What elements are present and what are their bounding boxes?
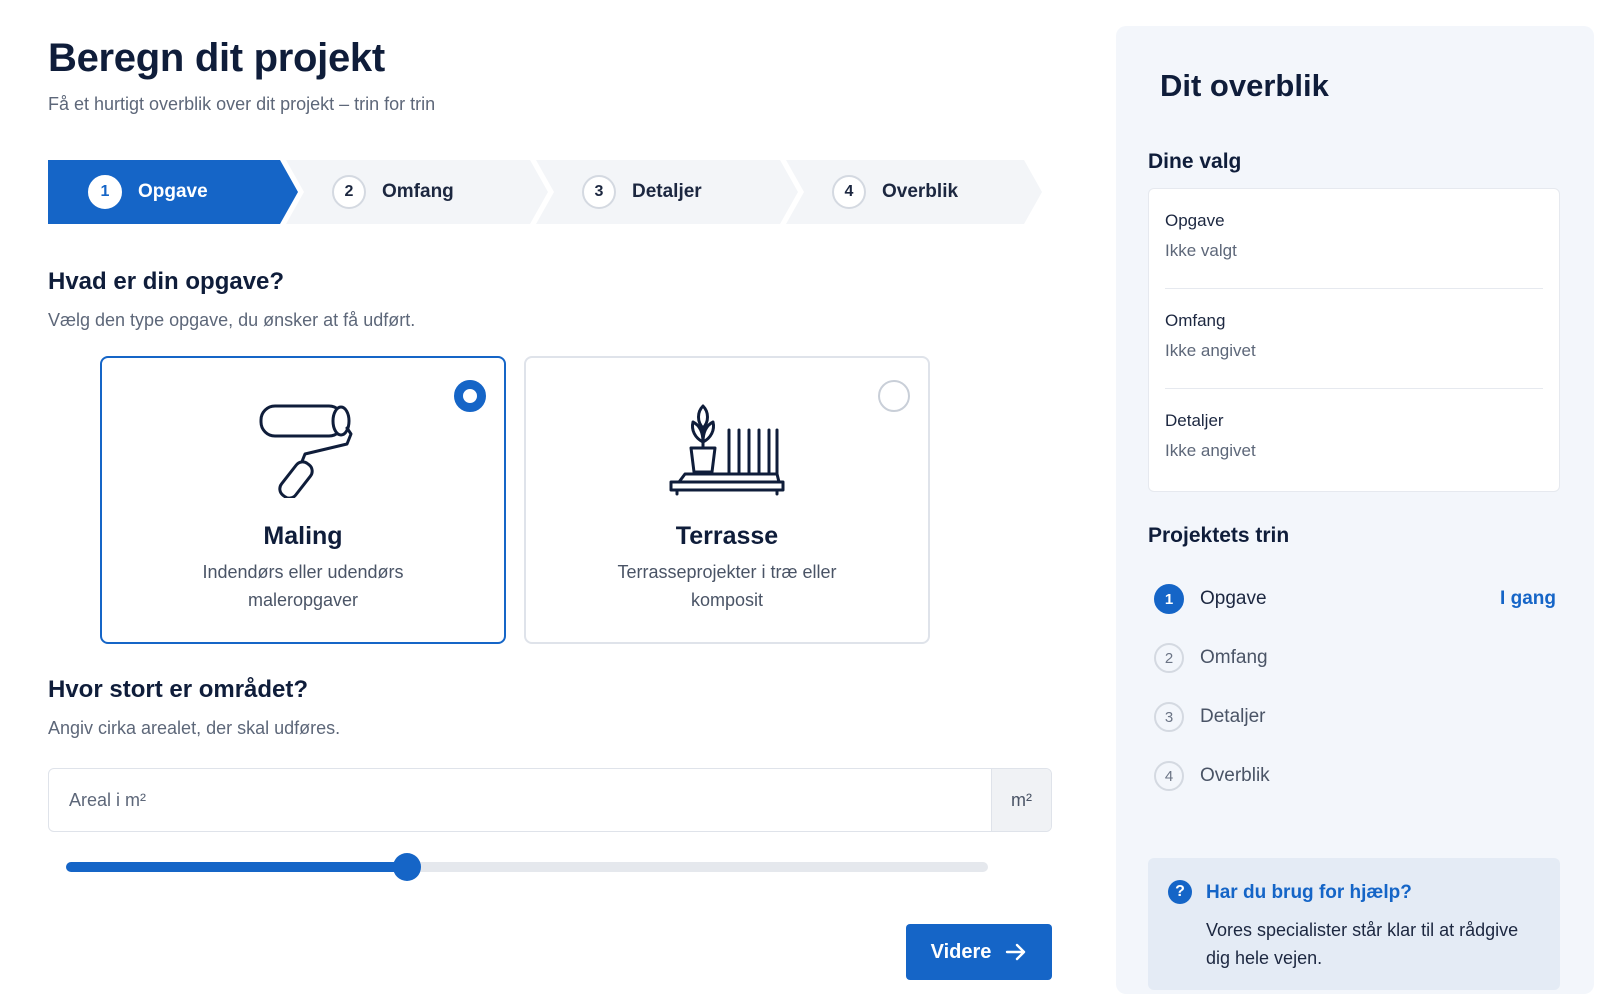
option-card-maling[interactable]: Maling Indendørs eller udendørs maleropg… xyxy=(100,356,506,644)
next-button-label: Videre xyxy=(930,940,992,963)
choice-item-detaljer: Detaljer Ikke angivet xyxy=(1165,389,1543,489)
slider-thumb[interactable] xyxy=(393,853,422,881)
area-heading: Hvor stort er området? xyxy=(48,676,309,703)
step-label: Opgave xyxy=(138,181,208,202)
project-step-label: Omfang xyxy=(1200,647,1268,668)
progress-stepper: 1 Opgave 2 Omfang 3 Detaljer 4 Overblik xyxy=(48,160,1068,224)
option-description: Terrasseprojekter i træ eller komposit xyxy=(617,562,837,610)
choice-value: Ikke angivet xyxy=(1165,441,1256,460)
option-description: Indendørs eller udendørs maleropgaver xyxy=(202,562,404,610)
area-input-group: m² xyxy=(48,768,1052,832)
main-content: Beregn dit projekt Få et hurtigt overbli… xyxy=(48,0,1068,1008)
step-number: 2 xyxy=(332,175,366,209)
task-hint: Vælg den type opgave, du ønsker at få ud… xyxy=(48,310,416,330)
step-detaljer[interactable]: 3 Detaljer xyxy=(582,160,702,224)
unit-label: m² xyxy=(991,769,1051,831)
step-label: Omfang xyxy=(382,181,454,202)
step-label: Overblik xyxy=(882,181,959,202)
step-number: 3 xyxy=(582,175,616,209)
project-step-overblik[interactable]: 4 Overblik xyxy=(1154,759,1556,793)
choice-key: Omfang xyxy=(1165,311,1226,330)
page-subtitle: Få et hurtigt overblik over dit projekt … xyxy=(48,94,436,114)
step-label: Detaljer xyxy=(632,181,702,202)
help-text: Vores specialister står klar til at rådg… xyxy=(1206,920,1519,968)
option-name: Maling xyxy=(263,522,343,550)
choice-item-opgave: Opgave Ikke valgt xyxy=(1165,189,1543,289)
area-input[interactable] xyxy=(49,769,943,831)
project-step-opgave[interactable]: 1 Opgave I gang xyxy=(1154,582,1556,616)
project-step-omfang[interactable]: 2 Omfang xyxy=(1154,641,1556,675)
sidebar-title: Dit overblik xyxy=(1160,68,1329,103)
project-step-number: 4 xyxy=(1154,761,1184,791)
option-name: Terrasse xyxy=(675,522,779,550)
step-opgave[interactable]: 1 Opgave xyxy=(88,160,208,224)
next-button[interactable]: Videre xyxy=(906,924,1052,980)
radio-button[interactable] xyxy=(878,380,910,412)
choice-key: Detaljer xyxy=(1165,411,1224,430)
option-card-terrasse[interactable]: Terrasse Terrasseprojekter i træ eller k… xyxy=(524,356,930,644)
project-step-number: 1 xyxy=(1154,584,1184,614)
overview-sidebar: Dit overblik Dine valg Opgave Ikke valgt… xyxy=(1116,26,1594,994)
step-overblik[interactable]: 4 Overblik xyxy=(832,160,958,224)
project-step-label: Overblik xyxy=(1200,765,1270,786)
step-number: 4 xyxy=(832,175,866,209)
help-box: ? Har du brug for hjælp? Vores specialis… xyxy=(1148,858,1560,990)
project-step-number: 2 xyxy=(1154,643,1184,673)
area-hint: Angiv cirka arealet, der skal udføres. xyxy=(48,718,341,738)
choices-heading: Dine valg xyxy=(1148,150,1242,173)
terrace-plant-icon xyxy=(669,404,785,496)
project-steps-heading: Projektets trin xyxy=(1148,524,1290,547)
area-slider[interactable] xyxy=(66,852,988,882)
step-omfang[interactable]: 2 Omfang xyxy=(332,160,454,224)
task-heading: Hvad er din opgave? xyxy=(48,268,285,295)
arrow-right-icon xyxy=(1006,943,1026,961)
project-step-label: Detaljer xyxy=(1200,706,1266,727)
project-step-number: 3 xyxy=(1154,702,1184,732)
help-title-link[interactable]: Har du brug for hjælp? xyxy=(1206,882,1412,904)
choices-panel: Opgave Ikke valgt Omfang Ikke angivet De… xyxy=(1148,188,1560,492)
project-step-status: I gang xyxy=(1500,588,1556,609)
question-icon: ? xyxy=(1168,880,1192,904)
paint-roller-icon xyxy=(259,404,353,498)
slider-fill xyxy=(66,862,408,872)
choice-value: Ikke valgt xyxy=(1165,241,1237,260)
radio-button[interactable] xyxy=(454,380,486,412)
choice-key: Opgave xyxy=(1165,211,1225,230)
project-step-label: Opgave xyxy=(1200,588,1267,609)
page-title: Beregn dit projekt xyxy=(48,36,385,80)
project-step-detaljer[interactable]: 3 Detaljer xyxy=(1154,700,1556,734)
choice-value: Ikke angivet xyxy=(1165,341,1256,360)
step-number: 1 xyxy=(88,175,122,209)
choice-item-omfang: Omfang Ikke angivet xyxy=(1165,289,1543,389)
